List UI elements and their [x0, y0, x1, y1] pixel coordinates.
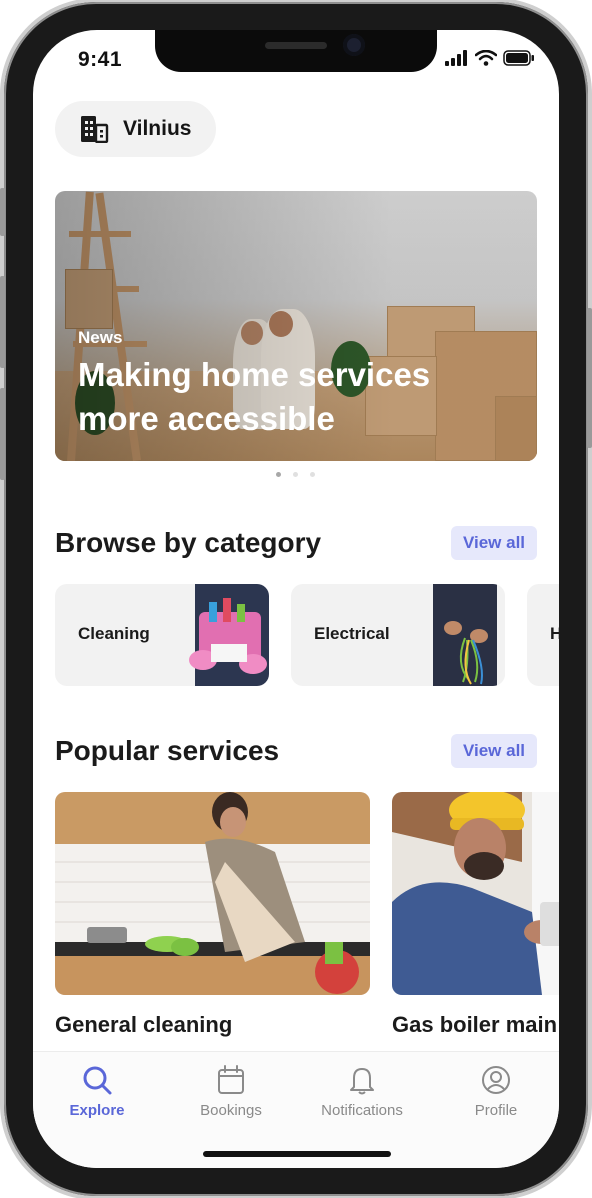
speaker [265, 42, 327, 49]
carousel-dot[interactable] [293, 472, 298, 477]
calendar-icon [218, 1065, 244, 1094]
battery-icon [503, 50, 534, 66]
category-card-cleaning[interactable]: Cleaning [55, 584, 269, 686]
popular-view-all-button[interactable]: View all [451, 734, 537, 768]
categories-title: Browse by category [55, 527, 322, 558]
tab-profile[interactable]: Profile [436, 1064, 556, 1119]
power-button [587, 308, 592, 448]
tab-bookings[interactable]: Bookings [171, 1064, 291, 1119]
volume-down-button [0, 388, 5, 480]
front-camera [343, 34, 365, 56]
general-cleaning-photo [55, 792, 370, 995]
service-card-gas-boiler[interactable] [392, 792, 559, 995]
tab-label: Notifications [321, 1102, 403, 1119]
mute-switch [0, 188, 5, 236]
tab-explore[interactable]: Explore [37, 1064, 157, 1119]
volume-up-button [0, 276, 5, 368]
status-icons [445, 50, 535, 66]
notch [155, 30, 437, 72]
category-card-electrical[interactable]: Electrical [291, 584, 505, 686]
wifi-icon [475, 50, 497, 66]
cleaning-illustration [189, 584, 269, 686]
category-label: H [550, 624, 559, 643]
gas-boiler-photo [392, 792, 559, 995]
categories-view-all-button[interactable]: View all [451, 526, 537, 560]
home-indicator [203, 1151, 391, 1157]
app-screen: 9:41 Vilnius News Making home services m… [33, 30, 559, 1168]
hero-title: Making home services more accessible [78, 356, 431, 437]
tab-label: Bookings [200, 1102, 262, 1119]
location-label: Vilnius [123, 117, 192, 140]
carousel-indicator [276, 472, 315, 477]
service-card-general-cleaning[interactable] [55, 792, 370, 995]
service-title: Gas boiler main [392, 1012, 558, 1037]
carousel-dot-active[interactable] [276, 472, 281, 477]
electrical-illustration [425, 584, 505, 686]
signal-icon [445, 50, 467, 66]
category-card-partial[interactable]: H [527, 584, 559, 686]
profile-icon [482, 1066, 510, 1094]
category-label: Cleaning [78, 624, 150, 643]
popular-title: Popular services [55, 735, 280, 766]
status-time: 9:41 [78, 48, 123, 71]
hero-banner[interactable]: News Making home services more accessibl… [55, 191, 537, 461]
tab-label: Explore [69, 1102, 125, 1119]
building-icon [81, 116, 109, 143]
category-label: Electrical [314, 624, 390, 643]
service-title: General cleaning [55, 1012, 233, 1037]
hero-tag: News [78, 328, 123, 347]
tab-notifications[interactable]: Notifications [302, 1064, 422, 1119]
tab-label: Profile [474, 1102, 518, 1119]
location-selector[interactable]: Vilnius [55, 101, 216, 157]
search-icon [83, 1066, 112, 1095]
bell-icon [350, 1068, 374, 1095]
carousel-dot[interactable] [310, 472, 315, 477]
